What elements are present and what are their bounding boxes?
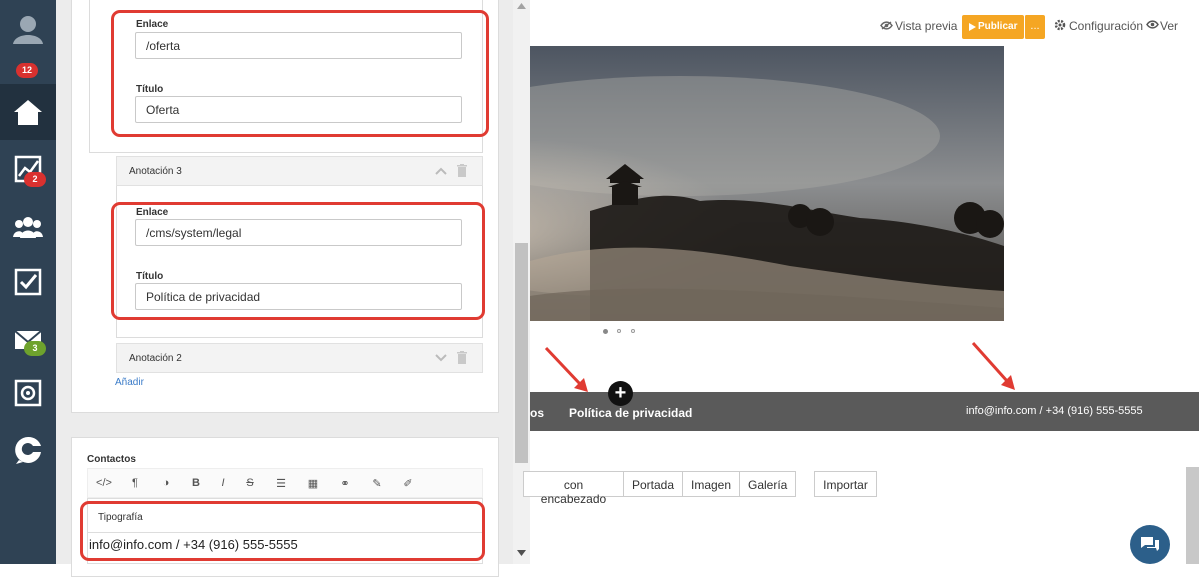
scrollbar-thumb[interactable] — [515, 243, 528, 463]
preview-link[interactable]: Vista previa — [895, 19, 957, 33]
scroll-down-icon[interactable] — [517, 550, 526, 556]
analytics-badge: 2 — [24, 172, 46, 187]
contacts-label: Contactos — [87, 454, 136, 465]
code-view-icon[interactable]: </> — [96, 477, 112, 491]
hero-image — [530, 46, 1004, 321]
users-icon — [13, 217, 43, 238]
bold-icon[interactable]: B — [188, 477, 204, 491]
highlight-box — [111, 202, 485, 320]
footer-link[interactable]: os — [530, 406, 544, 420]
chevron-up-icon[interactable] — [435, 167, 447, 175]
add-block-button[interactable]: + — [608, 381, 633, 406]
logo-c-icon — [15, 436, 41, 464]
list-icon[interactable]: ☰ — [273, 477, 289, 491]
link-icon[interactable]: ⚭ — [337, 477, 353, 491]
add-annotation-link[interactable]: Añadir — [115, 377, 144, 388]
arrow-annotation — [544, 346, 588, 392]
trash-icon[interactable] — [457, 164, 467, 177]
icon-rail: 12 2 3 — [0, 0, 56, 564]
nav-tasks[interactable] — [0, 253, 56, 311]
annotation-2-title: Anotación 2 — [129, 353, 182, 364]
annotation-3-header[interactable]: Anotación 3 — [116, 156, 483, 186]
play-icon — [969, 23, 976, 31]
carousel-dot[interactable] — [603, 329, 608, 334]
annotation-3-title: Anotación 3 — [129, 166, 182, 177]
import-button[interactable]: Importar — [814, 471, 877, 497]
publish-options-button[interactable]: ... — [1024, 15, 1045, 39]
nav-cms[interactable] — [0, 421, 56, 479]
carousel-dot[interactable] — [617, 329, 621, 333]
nav-mail[interactable]: 3 — [0, 311, 56, 369]
view-link[interactable]: Ver — [1160, 19, 1178, 33]
page-scrollbar-thumb[interactable] — [1186, 467, 1199, 564]
table-icon[interactable]: ▦ — [305, 477, 321, 491]
footer-contact-text: info@info.com / +34 (916) 555-5555 — [966, 405, 1143, 417]
layout-tab-gallery[interactable]: Galería — [739, 471, 796, 497]
nav-analytics[interactable]: 2 — [0, 140, 56, 198]
eye-slash-icon — [880, 21, 893, 30]
nav-settings[interactable] — [0, 364, 56, 422]
chevron-down-icon[interactable] — [435, 354, 447, 362]
pencil-icon[interactable]: ✐ — [400, 477, 416, 491]
user-icon — [13, 16, 43, 44]
layout-tab-cover[interactable]: Portada — [623, 471, 683, 497]
mail-badge: 3 — [24, 341, 46, 356]
paragraph-icon[interactable]: ¶ — [127, 477, 143, 491]
layout-tab-image[interactable]: Imagen — [682, 471, 740, 497]
brush-icon[interactable]: ✎ — [369, 477, 385, 491]
nav-users[interactable] — [0, 198, 56, 256]
notification-badge: 12 — [16, 63, 38, 78]
gear-icon — [1054, 19, 1066, 31]
publish-button[interactable]: Publicar — [962, 15, 1024, 39]
checkbox-icon — [14, 268, 42, 296]
user-avatar[interactable]: 12 — [0, 0, 56, 78]
strikethrough-icon[interactable]: S — [242, 477, 258, 491]
settings-link[interactable]: Configuración — [1069, 19, 1143, 33]
nav-home[interactable] — [0, 84, 56, 140]
italic-icon[interactable]: I — [215, 477, 231, 491]
annotation-2-header[interactable]: Anotación 2 — [116, 343, 483, 373]
trash-icon[interactable] — [457, 351, 467, 364]
publish-label: Publicar — [978, 21, 1018, 32]
scroll-up-icon[interactable] — [517, 3, 526, 9]
layout-tab-header[interactable]: con encabezado — [523, 471, 624, 506]
home-icon — [14, 100, 42, 125]
eye-icon — [1146, 20, 1159, 29]
chat-icon — [1141, 537, 1159, 551]
safe-gear-icon — [14, 379, 42, 407]
contrast-icon[interactable]: ◑ — [158, 477, 174, 491]
highlight-box — [80, 501, 485, 561]
highlight-box — [111, 10, 489, 137]
arrow-annotation — [971, 341, 1015, 390]
chat-button[interactable] — [1130, 525, 1170, 564]
privacy-policy-link[interactable]: Política de privacidad — [569, 406, 692, 420]
carousel-dot[interactable] — [631, 329, 635, 333]
